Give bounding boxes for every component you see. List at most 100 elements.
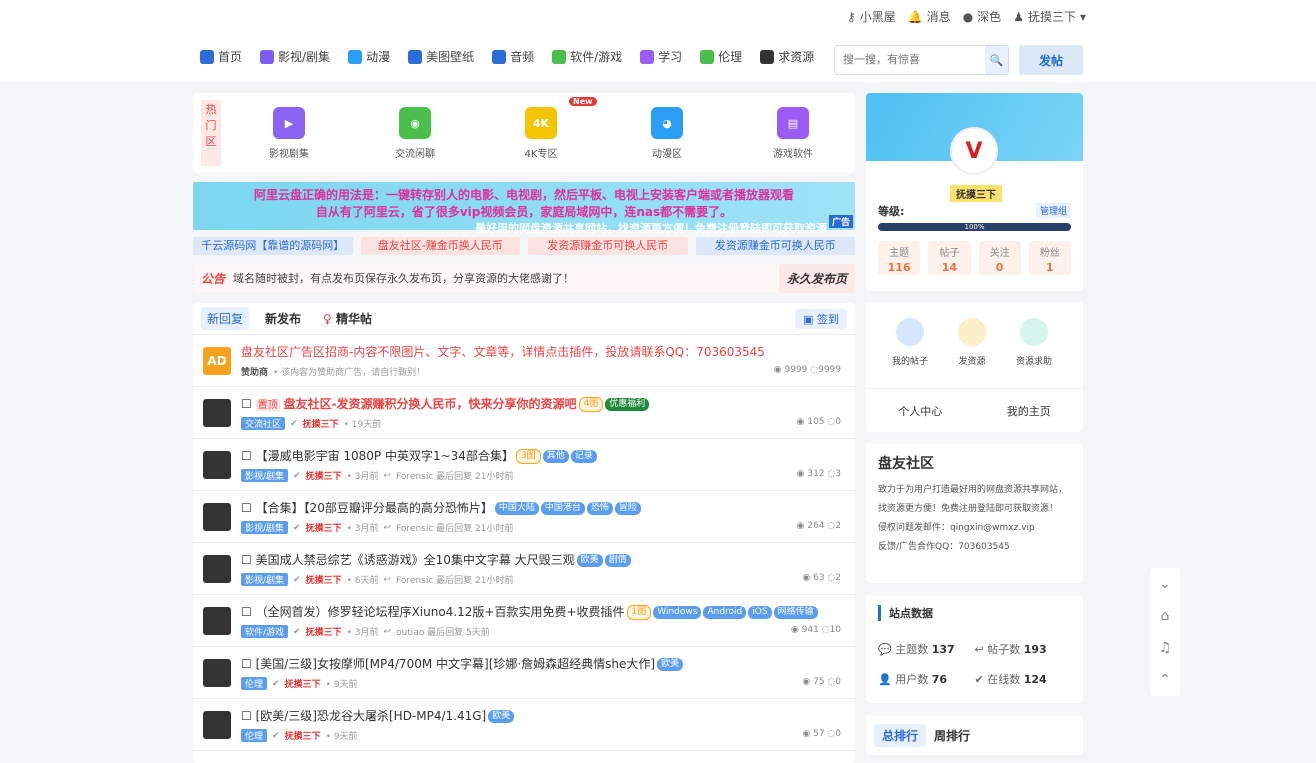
checkbox-icon[interactable]: ☐ (241, 709, 256, 723)
tab-new-reply[interactable]: 新回复 (201, 307, 250, 330)
signin-button[interactable]: ▣ 签到 (795, 309, 847, 329)
author-name[interactable]: 抚摸三下 (306, 625, 342, 638)
post-row[interactable]: ☐ [美国/三级]女按摩师[MP4/700M 中文字幕][珍娜·詹姆森超经典情s… (193, 647, 855, 699)
post-title[interactable]: ☐ （全网首发）修罗轻论坛程序Xiuno4.12版+百款实用免费+收费插件 1图 W… (241, 603, 818, 620)
tag-badge[interactable]: 中国港台 (540, 502, 585, 515)
promo-link[interactable]: 发资源赚金币可换人民币 (695, 237, 855, 255)
search-input[interactable] (835, 46, 985, 74)
action-item[interactable]: 我的帖子 (880, 318, 940, 367)
profile-stat[interactable]: 关注 0 (978, 241, 1021, 275)
search-button[interactable]: 🔍 (985, 46, 1008, 74)
avatar[interactable] (203, 711, 231, 739)
tag-badge[interactable]: Android (703, 606, 747, 619)
post-title[interactable]: 盘友社区广告区招商-内容不限图片、文字、文章等，详情点击插件，投放请联系QQ：7… (241, 343, 765, 360)
nav-item[interactable]: 伦理 (700, 48, 742, 65)
profile-stat[interactable]: 粉丝 1 (1028, 241, 1071, 275)
avatar[interactable] (203, 659, 231, 687)
tag-badge[interactable]: 中国大陆 (494, 502, 539, 515)
tag-badge[interactable]: Windows (653, 606, 702, 619)
category-badge[interactable]: 影视/剧集 (241, 521, 289, 534)
hot-item[interactable]: ▶ 影视剧集 (249, 107, 329, 160)
checkbox-icon[interactable]: ☐ (241, 397, 256, 411)
tag-badge[interactable]: 欧美 (488, 710, 515, 723)
nav-item[interactable]: 软件/游戏 (552, 48, 622, 65)
tag-badge[interactable]: 冒险 (614, 502, 641, 515)
category-badge[interactable]: 伦理 (241, 729, 268, 742)
promo-link[interactable]: 发资源赚金币可换人民币 (528, 237, 688, 255)
author-name[interactable]: 抚摸三下 (285, 729, 321, 742)
nav-item[interactable]: 美图壁纸 (408, 48, 474, 65)
post-row[interactable]: ☐ 【漫威电影宇宙 1080P 中英双字1~34部合集】 3图 其他 记录 影视/剧集 ✔… (193, 439, 855, 491)
category-badge[interactable]: 交流社区 (241, 417, 286, 430)
tab-total-rank[interactable]: 总排行 (874, 723, 927, 747)
avatar[interactable]: AD (203, 347, 231, 375)
checkbox-icon[interactable]: ☐ (241, 553, 256, 567)
post-title[interactable]: ☐ [美国/三级]女按摩师[MP4/700M 中文字幕][珍娜·詹姆森超经典情s… (241, 655, 684, 672)
category-badge[interactable]: 软件/游戏 (241, 625, 289, 638)
checkbox-icon[interactable]: ☐ (241, 605, 256, 619)
user-menu[interactable]: ♟ 抚摸三下 ▾ (1013, 8, 1086, 25)
author-name[interactable]: 抚摸三下 (303, 417, 339, 430)
avatar[interactable] (203, 503, 231, 531)
tag-badge[interactable]: 记录 (570, 450, 597, 463)
avatar[interactable]: V (950, 127, 998, 175)
avatar[interactable] (203, 555, 231, 583)
checkbox-icon[interactable]: ☐ (241, 501, 256, 515)
action-item[interactable]: 发资源 (942, 318, 1002, 367)
hot-item[interactable]: ◕ 动漫区 (627, 107, 707, 160)
promo-link[interactable]: 盘友社区-赚金币换人民币 (360, 237, 520, 255)
profile-stat[interactable]: 帖子 14 (928, 241, 971, 275)
tag-badge[interactable]: 网络传输 (773, 606, 818, 619)
nav-item[interactable]: 影视/剧集 (260, 48, 330, 65)
home-icon[interactable]: ⌂ (1161, 608, 1170, 624)
post-row[interactable]: AD 盘友社区广告区招商-内容不限图片、文字、文章等，详情点击插件，投放请联系QQ… (193, 335, 855, 387)
tag-badge[interactable]: 欧美 (657, 658, 684, 671)
bell-icon[interactable]: ♫ (1159, 640, 1172, 656)
promo-link[interactable]: 千云源码网【靠谱的源码网】 (193, 237, 353, 255)
post-row[interactable]: ☐ 置顶 盘友社区-发资源赚积分换人民币，快来分享你的资源吧 4图 优惠福利 交流社区 ✔… (193, 387, 855, 439)
tag-badge[interactable]: 剧情 (604, 554, 631, 567)
post-row[interactable]: ☐ 【合集】【20部豆瓣评分最高的高分恐怖片】 中国大陆 中国港台 恐怖 冒险影视/剧集… (193, 491, 855, 543)
my-home-link[interactable]: 我的主页 (975, 389, 1084, 433)
post-title[interactable]: ☐ 置顶 盘友社区-发资源赚积分换人民币，快来分享你的资源吧 4图 优惠福利 (241, 395, 650, 412)
chevron-up-icon[interactable]: ⌃ (1159, 672, 1171, 688)
nav-item[interactable]: 学习 (640, 48, 682, 65)
author-name[interactable]: 抚摸三下 (306, 573, 342, 586)
category-badge[interactable]: 影视/剧集 (241, 469, 289, 482)
nav-item[interactable]: 动漫 (348, 48, 390, 65)
permanent-page-link[interactable]: 永久发布页 (778, 263, 855, 293)
post-row[interactable]: ☐ [欧美/三级]恐龙谷大屠杀[HD-MP4/1.41G] 欧美 伦理 ✔ 抚摸三下 • … (193, 699, 855, 751)
nav-item[interactable]: 首页 (200, 48, 242, 65)
avatar[interactable] (203, 399, 231, 427)
nav-item[interactable]: 音频 (492, 48, 534, 65)
chevron-down-icon[interactable]: ⌄ (1159, 576, 1171, 592)
hot-item[interactable]: ◉ 交流闲聊 (375, 107, 455, 160)
hot-item[interactable]: ▤ 游戏软件 (753, 107, 833, 160)
author-name[interactable]: 抚摸三下 (285, 677, 321, 690)
post-title[interactable]: ☐ 【漫威电影宇宙 1080P 中英双字1~34部合集】 3图 其他 记录 (241, 447, 597, 464)
category-badge[interactable]: 伦理 (241, 677, 268, 690)
post-button[interactable]: 发帖 (1019, 45, 1083, 75)
ad-banner[interactable]: 阿里云盘正确的用法是：一键转存别人的电影、电视剧，然后平板、电视上安装客户端或者… (193, 182, 855, 235)
checkbox-icon[interactable]: ☐ (241, 449, 256, 463)
post-row[interactable]: ☐ 美国成人禁忌综艺《诱惑游戏》全10集中文字幕 大尺毁三观 欧美 剧情 影视/剧集 ✔… (193, 543, 855, 595)
post-title[interactable]: ☐ 美国成人禁忌综艺《诱惑游戏》全10集中文字幕 大尺毁三观 欧美 剧情 (241, 551, 631, 568)
category-badge[interactable]: 影视/剧集 (241, 573, 289, 586)
profile-stat[interactable]: 主题 116 (878, 241, 921, 275)
tab-essence[interactable]: ♀ 精华帖 (317, 307, 378, 330)
tag-badge[interactable]: 恐怖 (586, 502, 613, 515)
nav-item[interactable]: 求资源 (760, 48, 814, 65)
tag-badge[interactable]: iOS (748, 606, 772, 619)
author-name[interactable]: 抚摸三下 (306, 469, 342, 482)
hot-item[interactable]: 4K New 4K专区 (501, 97, 597, 160)
tag-badge[interactable]: 欧美 (576, 554, 603, 567)
action-item[interactable]: 资源求助 (1004, 318, 1064, 367)
tag-badge[interactable]: 其他 (542, 450, 569, 463)
avatar[interactable] (203, 451, 231, 479)
post-row[interactable]: ☐ （全网首发）修罗轻论坛程序Xiuno4.12版+百款实用免费+收费插件 1图 W… (193, 595, 855, 647)
post-title[interactable]: ☐ 【合集】【20部豆瓣评分最高的高分恐怖片】 中国大陆 中国港台 恐怖 冒险 (241, 499, 641, 516)
tab-new-post[interactable]: 新发布 (259, 307, 307, 330)
avatar[interactable] (203, 607, 231, 635)
author-name[interactable]: 抚摸三下 (306, 521, 342, 534)
dark-mode-toggle[interactable]: ● 深色 (963, 8, 1002, 25)
